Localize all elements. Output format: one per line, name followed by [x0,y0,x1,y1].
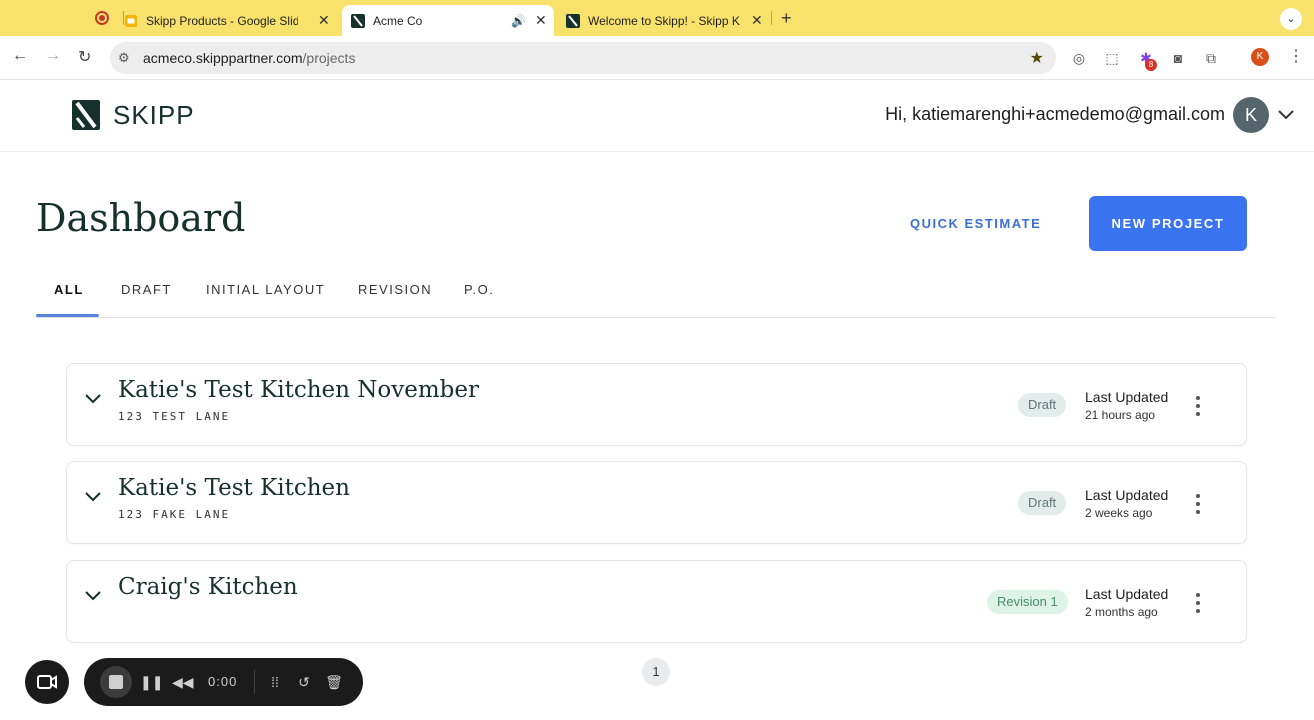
close-tab-icon[interactable]: ✕ [318,12,330,29]
trash-icon[interactable]: 🗑 [324,672,344,692]
last-updated-label: Last Updated [1085,586,1169,602]
user-greeting: Hi, katiemarenghi+acmedemo@gmail.com [885,104,1225,124]
browser-toolbar: ← → ↻ ⚙ acmeco.skipppartner.com/projects… [0,36,1314,80]
more-options-icon[interactable] [1191,394,1205,418]
restart-icon[interactable]: ↺ [294,672,314,692]
address-bar[interactable]: ⚙ acmeco.skipppartner.com/projects ★ [110,42,1056,74]
project-card[interactable]: Katie's Test Kitchen 123 FAKE LANE Draft… [66,461,1247,544]
page-title: Dashboard [36,196,246,240]
close-tab-icon[interactable]: ✕ [535,12,547,29]
status-badge: Revision 1 [987,590,1068,614]
tab-initial-layout[interactable]: INITIAL LAYOUT [206,282,325,297]
browser-tab-strip: Skipp Products - Google Slide ✕ Acme Co … [0,0,1314,36]
site-info-icon[interactable]: ⚙ [118,50,130,66]
new-tab-button[interactable]: + [781,8,792,29]
stop-recording-button[interactable] [100,666,132,698]
camera-toggle-button[interactable] [25,660,69,704]
url-text[interactable]: acmeco.skipppartner.com/projects [143,50,355,66]
grid-dots-icon[interactable]: ⁞⁞ [265,672,285,692]
expand-chevron-icon[interactable] [84,490,102,502]
tab-title: Welcome to Skipp! - Skipp Kn [588,13,740,28]
project-address: 123 FAKE LANE [118,508,231,521]
forward-arrow-icon[interactable]: → [45,47,61,65]
tab-title: Skipp Products - Google Slide [146,13,298,28]
last-updated-time: 2 weeks ago [1085,506,1153,520]
project-card[interactable]: Katie's Test Kitchen November 123 TEST L… [66,363,1247,446]
speaker-icon[interactable]: 🔊 [511,14,526,28]
active-tab-underline [36,314,99,317]
tab-divider [771,11,772,25]
back-arrow-icon[interactable]: ← [12,47,28,65]
recording-timer: 0:00 [208,674,238,689]
expand-chevron-icon[interactable] [84,392,102,404]
chrome-profile-avatar[interactable]: K [1251,48,1269,66]
quick-estimate-button[interactable]: QUICK ESTIMATE [910,216,1041,231]
tab-divider [123,11,124,25]
screenshot-extension-icon[interactable]: ⬚ [1103,49,1121,67]
tab-title: Acme Co [373,13,423,28]
status-badge: Draft [1018,491,1067,515]
browser-tab-acme[interactable]: Acme Co 🔊 ✕ [342,5,554,36]
last-updated-label: Last Updated [1085,487,1169,503]
project-name[interactable]: Craig's Kitchen [118,574,298,600]
skipp-logo-icon[interactable] [72,100,100,130]
last-updated-time: 21 hours ago [1085,408,1156,422]
tab-draft[interactable]: DRAFT [121,282,172,297]
google-slides-icon [125,14,137,27]
pagination-page[interactable]: 1 [642,658,670,686]
recorder-divider [254,670,255,694]
more-options-icon[interactable] [1191,591,1205,615]
recorder-controls: ❚❚ ◀◀ 0:00 ⁞⁞ ↺ 🗑 [84,658,363,706]
recording-indicator-icon [95,11,109,25]
tab-po[interactable]: P.O. [464,282,494,297]
new-project-button[interactable]: NEW PROJECT [1089,196,1247,251]
project-card[interactable]: Craig's Kitchen Revision 1 Last Updated … [66,560,1247,643]
chrome-menu-icon[interactable]: ⋮ [1288,46,1304,66]
skipp-favicon-icon [566,13,580,28]
project-name[interactable]: Katie's Test Kitchen November [118,377,479,403]
browser-tab-welcome[interactable]: Welcome to Skipp! - Skipp Kn ✕ [566,5,766,36]
last-updated-label: Last Updated [1085,389,1169,405]
brand-name[interactable]: SKIPP [113,100,195,131]
extensions-puzzle-icon[interactable]: ⧉ [1202,49,1220,67]
user-menu-chevron-icon[interactable] [1277,108,1295,120]
status-badge: Draft [1018,393,1067,417]
app-header: SKIPP Hi, katiemarenghi+acmedemo@gmail.c… [0,80,1314,152]
translate-extension-icon[interactable]: ◎ [1070,49,1088,67]
tab-search-chevron-icon[interactable]: ⌄ [1280,8,1302,30]
status-tabs: ALL DRAFT INITIAL LAYOUT REVISION P.O. [36,272,1276,318]
close-tab-icon[interactable]: ✕ [751,12,763,29]
tab-revision[interactable]: REVISION [358,282,432,297]
last-updated-time: 2 months ago [1085,605,1158,619]
project-address: 123 TEST LANE [118,410,231,423]
project-name[interactable]: Katie's Test Kitchen [118,475,350,501]
user-avatar[interactable]: K [1233,97,1269,133]
bookmark-star-icon[interactable]: ★ [1030,48,1044,68]
more-options-icon[interactable] [1191,492,1205,516]
video-camera-icon [37,675,57,689]
expand-chevron-icon[interactable] [84,589,102,601]
tab-all[interactable]: ALL [54,282,84,297]
reload-icon[interactable]: ↻ [78,47,91,67]
camera-extension-icon[interactable]: ◙ [1169,49,1187,67]
pause-icon[interactable]: ❚❚ [140,672,163,692]
extension-badge: 8 [1145,59,1157,71]
skipp-favicon-icon [351,13,365,28]
rewind-icon[interactable]: ◀◀ [172,672,194,692]
browser-tab-slides[interactable]: Skipp Products - Google Slide ✕ [124,5,338,36]
